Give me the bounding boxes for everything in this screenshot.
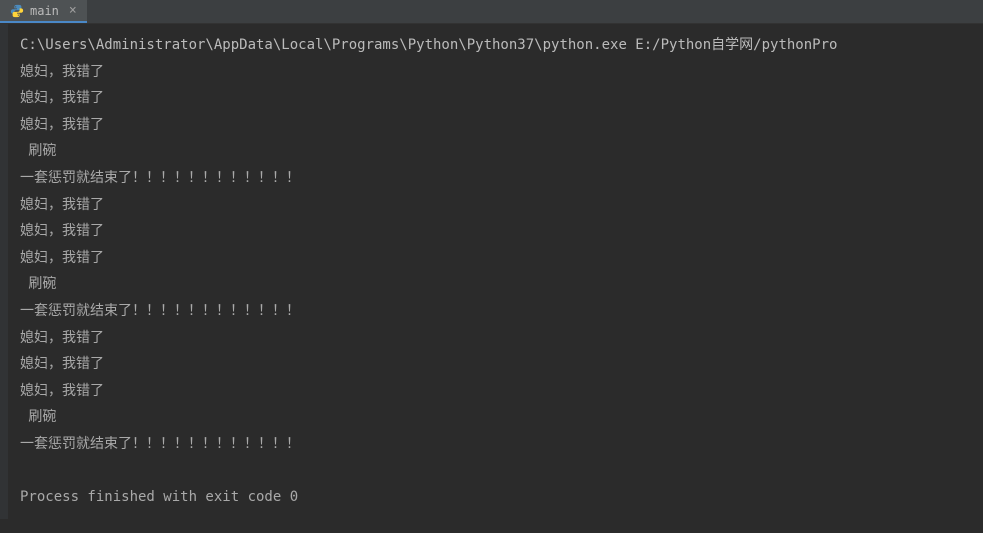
- output-line: 媳妇，我错了: [20, 85, 983, 112]
- console-output: C:\Users\Administrator\AppData\Local\Pro…: [0, 24, 983, 519]
- command-line: C:\Users\Administrator\AppData\Local\Pro…: [20, 32, 983, 59]
- output-line: 一套惩罚就结束了！！！！！！！！！！！！: [20, 165, 983, 192]
- python-icon: [10, 4, 24, 18]
- output-line: 媳妇，我错了: [20, 112, 983, 139]
- output-line: 媳妇，我错了: [20, 245, 983, 272]
- output-line: 一套惩罚就结束了！！！！！！！！！！！！: [20, 298, 983, 325]
- tab-bar: main ×: [0, 0, 983, 24]
- output-line: 刷碗: [20, 271, 983, 298]
- output-line: 媳妇，我错了: [20, 192, 983, 219]
- output-line: 媳妇，我错了: [20, 351, 983, 378]
- output-line: 刷碗: [20, 404, 983, 431]
- output-line: 刷碗: [20, 138, 983, 165]
- output-line: 媳妇，我错了: [20, 325, 983, 352]
- output-lines: 媳妇，我错了媳妇，我错了媳妇，我错了 刷碗一套惩罚就结束了！！！！！！！！！！！…: [20, 59, 983, 511]
- output-line: 媳妇，我错了: [20, 59, 983, 86]
- output-line: Process finished with exit code 0: [20, 484, 983, 511]
- output-line: 媳妇，我错了: [20, 378, 983, 405]
- output-line: 媳妇，我错了: [20, 218, 983, 245]
- output-line: 一套惩罚就结束了！！！！！！！！！！！！: [20, 431, 983, 458]
- close-icon[interactable]: ×: [69, 3, 77, 18]
- output-line: [20, 458, 983, 485]
- tab-main[interactable]: main ×: [0, 0, 87, 23]
- tab-label: main: [30, 4, 59, 18]
- gutter: [0, 24, 8, 519]
